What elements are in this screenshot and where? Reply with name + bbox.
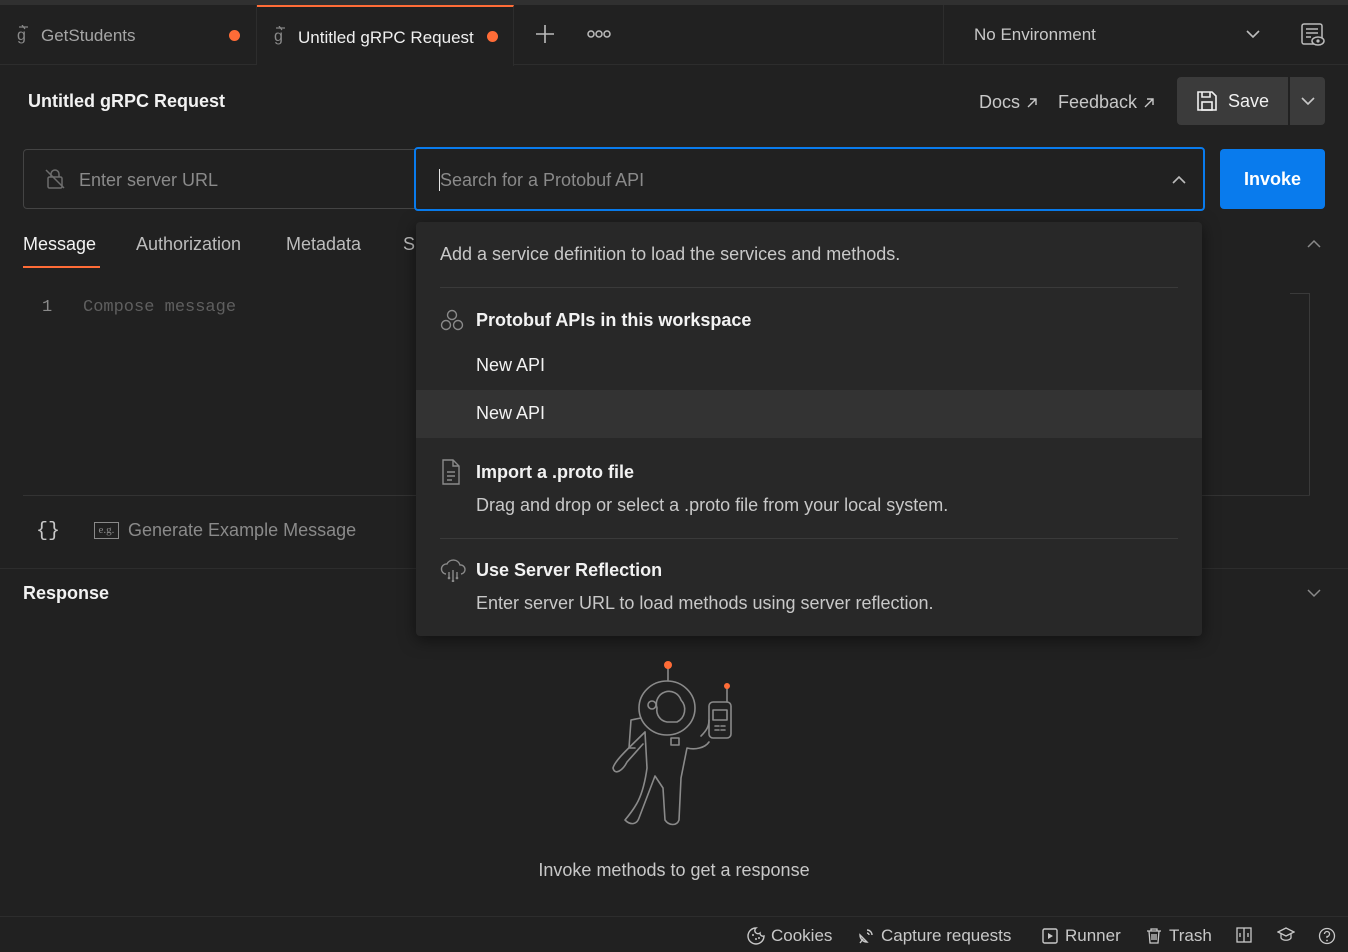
- api-option-label: New API: [476, 403, 546, 423]
- server-reflection-option[interactable]: Use Server Reflection Enter server URL t…: [416, 550, 1202, 626]
- status-bar: Cookies Capture requests Runner Trash: [0, 916, 1348, 952]
- api-option[interactable]: New API: [416, 342, 1202, 390]
- environment-quick-look-icon[interactable]: [1300, 22, 1326, 48]
- editor-scrollbar-cap: [1290, 293, 1310, 294]
- chevron-up-icon[interactable]: [1306, 238, 1322, 250]
- trash-label: Trash: [1169, 926, 1212, 945]
- docs-label: Docs: [979, 92, 1021, 112]
- help-icon[interactable]: [1318, 927, 1336, 945]
- chevron-up-icon[interactable]: [1171, 174, 1187, 186]
- import-proto-option[interactable]: Import a .proto file Drag and drop or se…: [416, 452, 1202, 528]
- import-proto-title: Import a .proto file: [476, 462, 635, 482]
- generate-example-label: Generate Example Message: [128, 520, 357, 540]
- apis-icon: [440, 308, 464, 332]
- insecure-lock-icon: [44, 168, 66, 190]
- invoke-button[interactable]: Invoke: [1220, 149, 1325, 209]
- runner-button[interactable]: Runner: [1041, 926, 1121, 946]
- server-url-input[interactable]: [79, 167, 409, 193]
- new-tab-button[interactable]: [533, 22, 557, 46]
- save-options-button[interactable]: [1290, 77, 1325, 125]
- grpc-icon: g: [273, 26, 289, 48]
- server-reflection-description: Enter server URL to load methods using s…: [476, 593, 934, 613]
- trash-icon: [1147, 928, 1161, 944]
- api-option[interactable]: New API: [416, 390, 1202, 438]
- more-tabs-button[interactable]: [586, 27, 612, 41]
- tab-untitled-grpc-request[interactable]: g Untitled gRPC Request: [257, 5, 514, 66]
- external-link-icon: [1027, 97, 1037, 107]
- chevron-down-icon[interactable]: [1306, 587, 1322, 599]
- unsaved-indicator: [487, 31, 498, 42]
- tab-service-definition[interactable]: S: [403, 234, 415, 255]
- server-reflection-title: Use Server Reflection: [476, 560, 663, 580]
- protobuf-search-input[interactable]: [440, 167, 1140, 193]
- cookies-button[interactable]: Cookies: [747, 926, 832, 946]
- editor-scrollbar[interactable]: [1309, 293, 1310, 496]
- response-title: Response: [23, 583, 110, 603]
- two-pane-view-icon[interactable]: [1236, 927, 1252, 943]
- message-editor[interactable]: Compose message: [83, 298, 236, 317]
- tab-label: Untitled gRPC Request: [298, 28, 474, 47]
- environment-selector[interactable]: No Environment: [943, 5, 1285, 65]
- trash-button[interactable]: Trash: [1145, 926, 1212, 946]
- docs-link[interactable]: Docs: [979, 92, 1038, 113]
- import-proto-description: Drag and drop or select a .proto file fr…: [476, 495, 949, 515]
- astronaut-illustration: [605, 658, 745, 828]
- example-icon: e.g.: [94, 522, 119, 539]
- feedback-link[interactable]: Feedback: [1058, 92, 1155, 113]
- tab-label: GetStudents: [41, 26, 136, 45]
- external-link-icon: [1144, 97, 1154, 107]
- beautify-button[interactable]: {}: [36, 520, 60, 543]
- learning-center-icon[interactable]: [1277, 927, 1295, 943]
- save-label: Save: [1228, 91, 1270, 111]
- tab-bar: g GetStudents g Untitled gRPC Request No…: [0, 5, 1348, 66]
- feedback-label: Feedback: [1058, 92, 1138, 112]
- workspace-apis-heading: Protobuf APIs in this workspace: [476, 310, 752, 330]
- active-tab-indicator: [23, 266, 100, 268]
- chevron-down-icon: [1245, 28, 1261, 40]
- request-title[interactable]: Untitled gRPC Request: [28, 91, 225, 112]
- save-button[interactable]: Save: [1177, 77, 1288, 125]
- capture-requests-button[interactable]: Capture requests: [857, 926, 1011, 946]
- cookie-icon: [747, 927, 765, 945]
- tab-getstudents[interactable]: g GetStudents: [0, 5, 257, 65]
- plus-icon: [536, 25, 554, 43]
- runner-icon: [1042, 928, 1058, 944]
- tab-message[interactable]: Message: [23, 234, 96, 255]
- runner-label: Runner: [1065, 926, 1121, 945]
- line-number: 1: [42, 298, 53, 317]
- chevron-down-icon: [1301, 97, 1315, 106]
- dropdown-hint: Add a service definition to load the ser…: [440, 244, 901, 264]
- divider: [440, 538, 1178, 539]
- grpc-icon: g: [16, 25, 32, 47]
- unsaved-indicator: [229, 30, 240, 41]
- protobuf-api-search[interactable]: [414, 147, 1205, 211]
- cookies-label: Cookies: [771, 926, 833, 945]
- api-option-label: New API: [476, 355, 546, 375]
- protobuf-api-dropdown: Add a service definition to load the ser…: [416, 222, 1202, 636]
- divider: [440, 287, 1178, 288]
- save-icon: [1196, 90, 1218, 112]
- tab-authorization[interactable]: Authorization: [136, 234, 241, 255]
- environment-label: No Environment: [974, 25, 1096, 44]
- server-url-field[interactable]: [23, 149, 423, 209]
- svg-text:g: g: [17, 27, 26, 44]
- more-icon: [587, 30, 611, 38]
- capture-requests-label: Capture requests: [881, 926, 1012, 945]
- satellite-icon: [859, 929, 873, 944]
- tab-metadata[interactable]: Metadata: [286, 234, 361, 255]
- generate-example-button[interactable]: e.g. Generate Example Message: [94, 520, 356, 541]
- response-empty-message: Invoke methods to get a response: [538, 860, 810, 880]
- svg-text:g: g: [274, 28, 283, 45]
